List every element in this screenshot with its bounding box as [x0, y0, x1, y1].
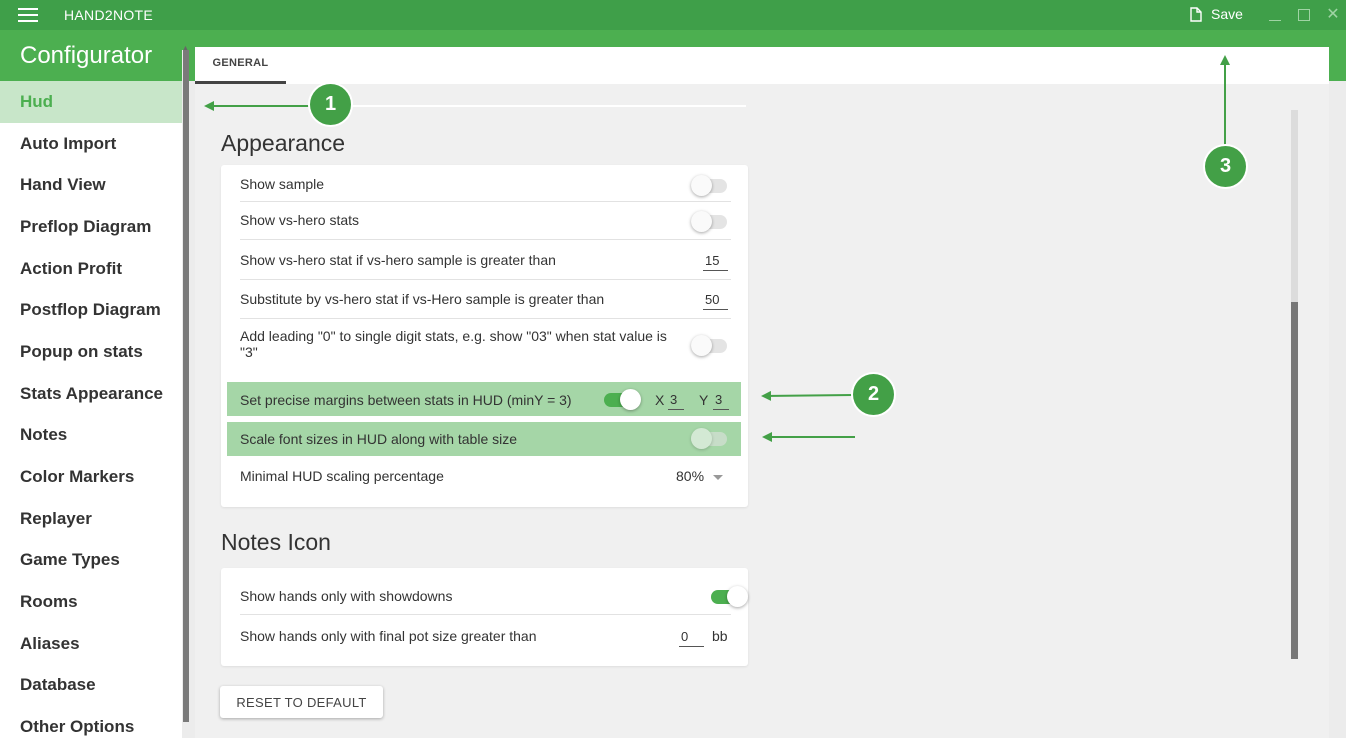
vs-hero-threshold-row: Show vs-hero stat if vs-hero sample is g…	[240, 240, 731, 280]
show-sample-label: Show sample	[240, 176, 325, 192]
sidebar-item-aliases[interactable]: Aliases	[0, 623, 182, 665]
close-icon[interactable]: ✕	[1326, 7, 1340, 23]
leading-zero-label: Add leading "0" to single digit stats, e…	[240, 328, 667, 360]
final-pot-input[interactable]	[679, 627, 704, 647]
substitute-threshold-input[interactable]	[703, 290, 728, 310]
min-scaling-row: Minimal HUD scaling percentage 80%	[240, 457, 731, 497]
sidebar-item-action-profit[interactable]: Action Profit	[0, 248, 182, 290]
sidebar-item-game-types[interactable]: Game Types	[0, 540, 182, 582]
final-pot-unit: bb	[712, 628, 728, 644]
sidebar-scroll-thumb[interactable]	[183, 50, 189, 722]
minimize-button[interactable]	[1268, 8, 1282, 22]
file-icon	[1190, 6, 1202, 22]
leading-zero-row: Add leading "0" to single digit stats, e…	[240, 319, 731, 369]
min-scaling-label: Minimal HUD scaling percentage	[240, 468, 444, 484]
annotation-badge-2: 2	[853, 374, 894, 415]
sidebar-scrollbar[interactable]	[182, 50, 189, 730]
main-scroll-thumb[interactable]	[1291, 302, 1298, 659]
margin-x-label: X	[655, 392, 665, 408]
tab-underline	[195, 81, 286, 84]
showdowns-label: Show hands only with showdowns	[240, 588, 453, 604]
substitute-threshold-label: Substitute by vs-hero stat if vs-Hero sa…	[240, 291, 605, 307]
annotation-badge-1: 1	[310, 84, 351, 125]
leading-zero-toggle[interactable]	[691, 335, 727, 356]
app-title: HAND2NOTE	[64, 7, 154, 23]
divider	[221, 105, 746, 107]
margin-y-input[interactable]	[713, 390, 729, 410]
title-bar: HAND2NOTE Save ✕	[0, 0, 1346, 30]
sidebar-item-stats-appearance[interactable]: Stats Appearance	[0, 373, 182, 415]
maximize-button[interactable]	[1298, 9, 1310, 21]
min-scaling-select[interactable]: 80%	[676, 468, 724, 484]
sidebar-item-popup-on-stats[interactable]: Popup on stats	[0, 331, 182, 373]
show-sample-row: Show sample	[240, 165, 731, 202]
sidebar-item-color-markers[interactable]: Color Markers	[0, 456, 182, 498]
sidebar-title: Configurator	[0, 30, 182, 81]
sidebar-item-replayer[interactable]: Replayer	[0, 498, 182, 540]
scale-font-label: Scale font sizes in HUD along with table…	[240, 431, 518, 447]
sidebar-item-rooms[interactable]: Rooms	[0, 581, 182, 623]
main-scrollbar[interactable]	[1291, 110, 1298, 659]
showdowns-toggle[interactable]	[711, 586, 748, 607]
final-pot-label: Show hands only with final pot size grea…	[240, 628, 537, 644]
precise-margins-toggle[interactable]	[604, 389, 641, 410]
sidebar-item-database[interactable]: Database	[0, 665, 182, 707]
final-pot-row: Show hands only with final pot size grea…	[240, 615, 731, 659]
annotation-badge-3: 3	[1205, 146, 1246, 187]
notes-icon-card: Show hands only with showdowns Show hand…	[221, 568, 748, 666]
show-sample-toggle[interactable]	[691, 175, 727, 196]
sidebar-item-postflop-diagram[interactable]: Postflop Diagram	[0, 289, 182, 331]
save-label: Save	[1211, 6, 1243, 22]
precise-margins-label: Set precise margins between stats in HUD…	[240, 392, 572, 408]
precise-margins-row: Set precise margins between stats in HUD…	[227, 382, 741, 416]
min-scaling-value: 80%	[676, 468, 705, 484]
sidebar-item-other-options[interactable]: Other Options	[0, 706, 182, 738]
sidebar-nav: Hud Auto Import Hand View Preflop Diagram Ac…	[0, 81, 182, 738]
chevron-down-icon	[713, 474, 724, 480]
margin-y-label: Y	[699, 392, 709, 408]
tab-general-label: GENERAL	[212, 57, 269, 69]
sidebar-item-hud[interactable]: Hud	[0, 81, 182, 123]
sidebar-item-auto-import[interactable]: Auto Import	[0, 123, 182, 165]
sidebar-item-preflop-diagram[interactable]: Preflop Diagram	[0, 206, 182, 248]
vs-hero-threshold-input[interactable]	[703, 251, 728, 271]
notes-icon-title: Notes Icon	[221, 529, 331, 555]
tab-general[interactable]: GENERAL	[195, 47, 286, 84]
substitute-threshold-row: Substitute by vs-hero stat if vs-Hero sa…	[240, 280, 731, 319]
sidebar: Configurator Hud Auto Import Hand View Pref…	[0, 30, 182, 738]
show-vs-hero-label: Show vs-hero stats	[240, 212, 360, 228]
save-button[interactable]: Save	[1190, 6, 1243, 22]
vs-hero-threshold-label: Show vs-hero stat if vs-hero sample is g…	[240, 252, 556, 268]
scale-font-toggle[interactable]	[691, 428, 727, 449]
sidebar-item-notes[interactable]: Notes	[0, 415, 182, 457]
sidebar-item-hand-view[interactable]: Hand View	[0, 164, 182, 206]
margin-x-input[interactable]	[668, 390, 684, 410]
tab-bar: GENERAL	[195, 47, 1329, 84]
scale-font-row: Scale font sizes in HUD along with table…	[227, 422, 741, 456]
showdowns-row: Show hands only with showdowns	[240, 568, 748, 615]
menu-icon[interactable]	[18, 8, 38, 22]
show-vs-hero-row: Show vs-hero stats	[240, 202, 731, 240]
reset-to-default-button[interactable]: RESET TO DEFAULT	[220, 686, 383, 718]
show-vs-hero-toggle[interactable]	[691, 211, 727, 232]
appearance-title: Appearance	[221, 130, 346, 156]
